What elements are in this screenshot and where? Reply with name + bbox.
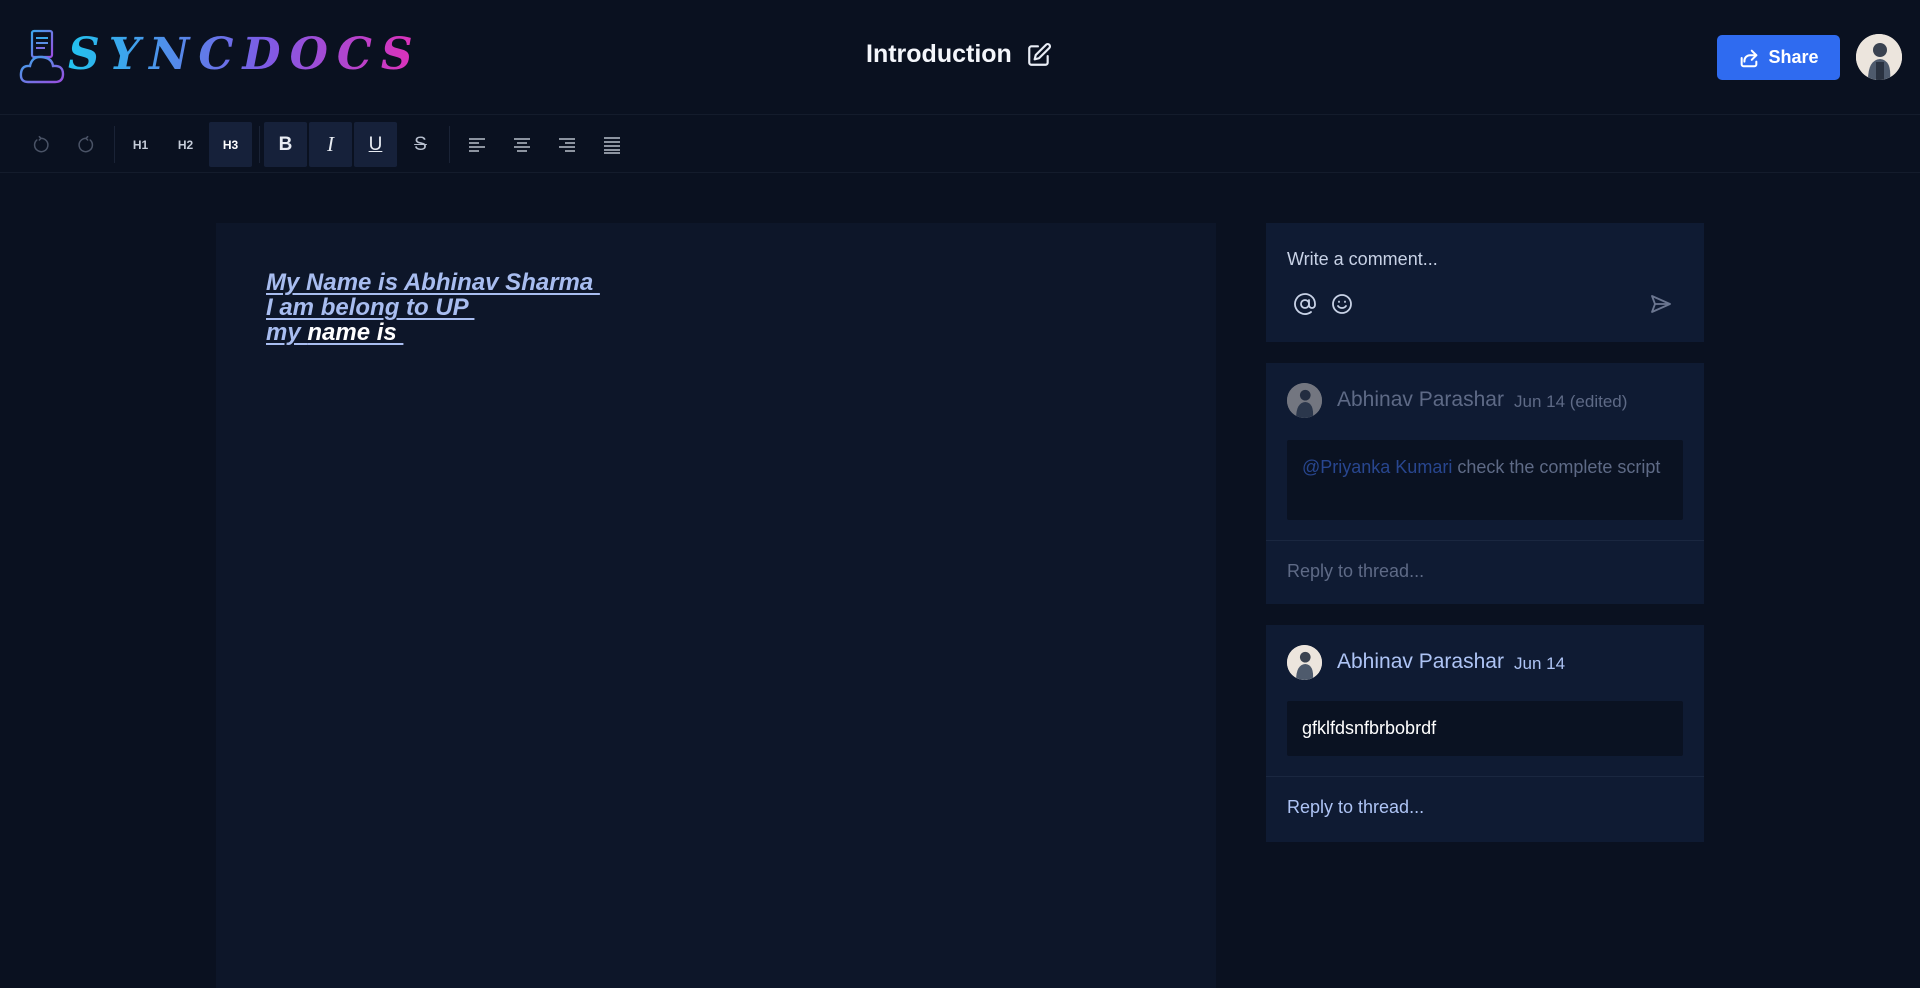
align-center-button[interactable]	[500, 122, 543, 167]
cloud-doc-icon	[19, 29, 65, 84]
redo-button[interactable]	[64, 122, 107, 167]
toolbar-divider	[114, 126, 115, 163]
h2-button[interactable]: H2	[164, 122, 207, 167]
comment-date: Jun 14 (edited)	[1514, 392, 1628, 411]
undo-button[interactable]	[19, 122, 62, 167]
emoji-icon[interactable]	[1330, 292, 1354, 316]
italic-button[interactable]: I	[309, 122, 352, 167]
h3-button[interactable]: H3	[209, 122, 252, 167]
avatar	[1287, 383, 1322, 418]
person-icon	[1287, 383, 1322, 418]
user-avatar[interactable]	[1856, 34, 1902, 80]
comment-thread: Abhinav Parashar Jun 14 (edited) @Priyan…	[1266, 363, 1704, 604]
comment-thread: Abhinav Parashar Jun 14 gfklfdsnfbrbobrd…	[1266, 625, 1704, 842]
toolbar-divider	[449, 126, 450, 163]
align-left-icon	[468, 137, 485, 152]
align-right-button[interactable]	[545, 122, 588, 167]
divider	[1266, 540, 1704, 541]
comment-body: @Priyanka Kumari check the complete scri…	[1287, 440, 1683, 520]
share-icon	[1741, 49, 1758, 67]
reply-input[interactable]: Reply to thread...	[1287, 797, 1424, 818]
editor-content[interactable]: My Name is Abhinav Sharma I am belong to…	[266, 270, 600, 345]
align-justify-button[interactable]	[590, 122, 633, 167]
reply-input[interactable]: Reply to thread...	[1287, 561, 1424, 582]
new-comment-box	[1266, 223, 1704, 342]
divider	[1266, 776, 1704, 777]
doc-title-group: Introduction	[866, 40, 1052, 69]
toolbar-divider	[259, 126, 260, 163]
editor-line[interactable]: My Name is Abhinav Sharma	[266, 270, 600, 295]
person-icon	[1287, 645, 1322, 680]
strikethrough-button[interactable]: S	[399, 122, 442, 167]
logo-text: SYNCDOCS	[68, 28, 422, 80]
align-center-icon	[513, 137, 530, 152]
document-editor[interactable]: My Name is Abhinav Sharma I am belong to…	[216, 223, 1216, 988]
app-logo[interactable]: SYNCDOCS	[18, 28, 422, 86]
comment-text: check the complete script	[1452, 457, 1661, 477]
align-right-icon	[558, 137, 575, 152]
formatting-toolbar: H1 H2 H3 B I U S	[0, 116, 1920, 173]
comment-author: Abhinav Parashar	[1337, 388, 1504, 411]
at-icon[interactable]	[1293, 292, 1317, 316]
share-button[interactable]: Share	[1717, 35, 1840, 80]
editor-line-text[interactable]: my	[266, 319, 307, 346]
share-label: Share	[1768, 47, 1819, 67]
editor-line[interactable]: I am belong to UP	[266, 295, 600, 320]
align-left-button[interactable]	[455, 122, 498, 167]
comment-author: Abhinav Parashar	[1337, 650, 1504, 673]
h1-button[interactable]: H1	[119, 122, 162, 167]
bold-button[interactable]: B	[264, 122, 307, 167]
avatar	[1287, 645, 1322, 680]
app-header: SYNCDOCS Introduction Share	[0, 0, 1920, 115]
mention-link[interactable]: @Priyanka Kumari	[1302, 457, 1452, 477]
editor-line[interactable]: my name is	[266, 320, 600, 345]
underline-button[interactable]: U	[354, 122, 397, 167]
align-justify-icon	[603, 136, 620, 154]
editor-selected-text[interactable]: name is	[307, 319, 403, 346]
doc-title[interactable]: Introduction	[866, 40, 1012, 69]
undo-icon	[33, 135, 49, 152]
comment-input[interactable]	[1287, 246, 1677, 272]
edit-icon[interactable]	[1026, 42, 1052, 68]
redo-icon	[77, 135, 93, 152]
person-icon	[1856, 34, 1902, 80]
send-icon[interactable]	[1649, 292, 1673, 316]
comment-date: Jun 14	[1514, 654, 1566, 673]
comment-body: gfklfdsnfbrbobrdf	[1287, 701, 1683, 756]
